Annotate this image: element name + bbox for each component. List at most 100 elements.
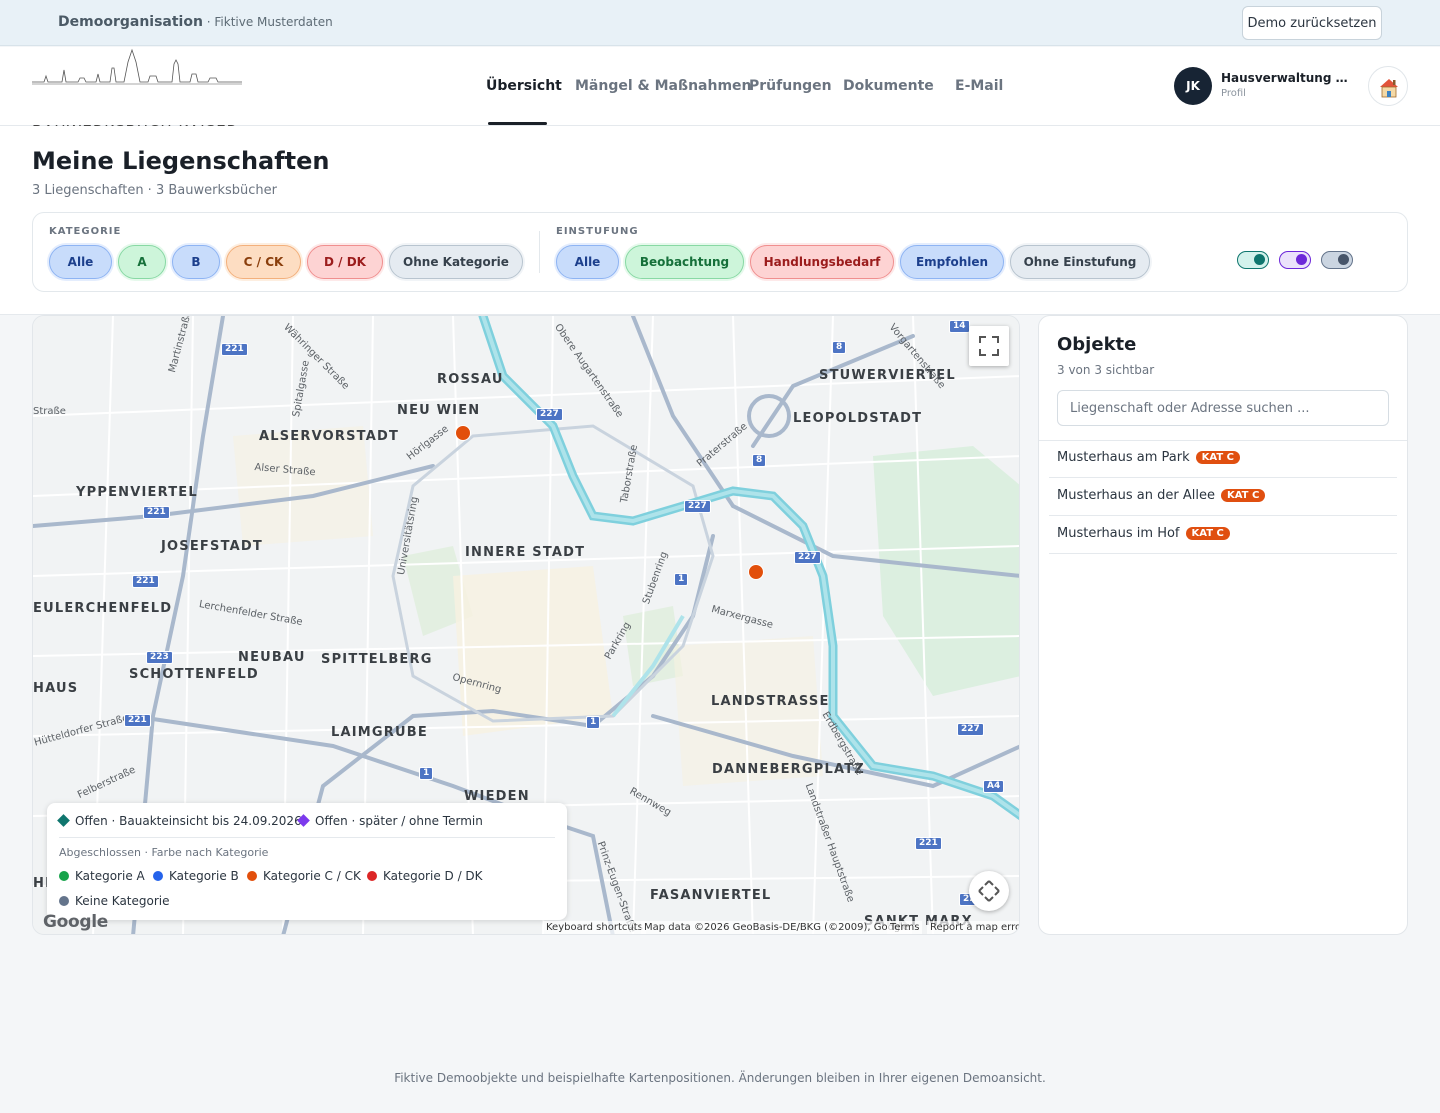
attrib-terms[interactable]: Terms	[887, 921, 923, 934]
legend-kat-c: Kategorie C / CK	[247, 869, 361, 883]
dot-icon	[367, 871, 377, 881]
filter-kategorie-ohne[interactable]: Ohne Kategorie	[389, 245, 523, 279]
road-shield: 14	[949, 320, 970, 333]
filter-kategorie-b[interactable]: B	[172, 245, 220, 279]
district-label: HAUS	[33, 681, 79, 696]
legend-divider	[59, 837, 555, 838]
fullscreen-icon	[979, 336, 999, 356]
road-shield: 227	[684, 500, 711, 513]
list-item[interactable]: Musterhaus an der Allee KAT C	[1049, 478, 1397, 516]
object-name: Musterhaus an der Allee KAT C	[1057, 488, 1266, 503]
filter-kategorie-label: KATEGORIE	[49, 226, 122, 237]
filter-einstufung-label: EINSTUFUNG	[556, 226, 639, 237]
attrib-report[interactable]: Report a map error	[927, 921, 1019, 934]
page-subtitle: 3 Liegenschaften · 3 Bauwerksbücher	[32, 183, 277, 198]
footer-note: Fiktive Demoobjekte und beispielhafte Ka…	[394, 1071, 1046, 1085]
filter-einstufung-empfohlen[interactable]: Empfohlen	[900, 245, 1004, 279]
nav-maengel[interactable]: Mängel & Maßnahmen	[575, 78, 752, 94]
district-label: NEUBAU	[238, 650, 306, 665]
kat-badge: KAT C	[1220, 489, 1266, 502]
list-item[interactable]: Musterhaus am Park KAT C	[1049, 440, 1397, 478]
map-legend: Offen · Bauakteinsicht bis 24.09.2026 Of…	[47, 803, 567, 920]
toggle-knob	[1254, 254, 1265, 265]
road-shield: 227	[794, 551, 821, 564]
road-shield: 221	[132, 575, 159, 588]
road-shield: 223	[146, 651, 173, 664]
demo-org-sub: · Fiktive Musterdaten	[202, 15, 333, 29]
map[interactable]: ROSSAU NEU WIEN ALSERVORSTADT YPPENVIERT…	[32, 315, 1020, 935]
object-name: Musterhaus im Hof KAT C	[1057, 526, 1230, 541]
road-shield: A4	[983, 780, 1005, 793]
nav-email[interactable]: E-Mail	[955, 78, 1003, 94]
district-label: INNERE STADT	[465, 545, 586, 560]
profile-house-button[interactable]	[1368, 66, 1408, 106]
road-shield: 221	[221, 343, 248, 356]
district-label: ROSSAU	[437, 372, 504, 387]
avatar[interactable]: JK	[1174, 67, 1212, 105]
property-marker[interactable]	[455, 425, 471, 441]
district-label: YPPENVIERTEL	[76, 485, 198, 500]
nav-overview[interactable]: Übersicht	[486, 78, 562, 94]
legend-keine: Keine Kategorie	[59, 894, 170, 908]
filter-einstufung-ohne[interactable]: Ohne Einstufung	[1010, 245, 1150, 279]
legend-kat-b: Kategorie B	[153, 869, 239, 883]
objects-panel: Objekte 3 von 3 sichtbar Musterhaus am P…	[1038, 315, 1408, 935]
objects-count: 3 von 3 sichtbar	[1057, 363, 1155, 377]
district-label: EULERCHENFELD	[33, 601, 173, 616]
filter-kategorie-d[interactable]: D / DK	[307, 245, 383, 279]
attrib-data: Map data ©2026 GeoBasis-DE/BKG (©2009), …	[641, 921, 913, 934]
move-arrows-icon	[978, 880, 1000, 902]
diamond-icon	[57, 814, 70, 827]
dot-icon	[153, 871, 163, 881]
filter-einstufung-handlungsbedarf[interactable]: Handlungsbedarf	[750, 245, 894, 279]
kat-badge: KAT C	[1185, 527, 1230, 540]
fullscreen-button[interactable]	[969, 326, 1009, 366]
legend-kat-d: Kategorie D / DK	[367, 869, 483, 883]
demo-org: Demoorganisation · Fiktive Musterdaten	[58, 14, 333, 30]
object-name: Musterhaus am Park KAT C	[1057, 450, 1241, 465]
district-label: WIEDEN	[464, 789, 530, 804]
filter-kategorie-alle[interactable]: Alle	[49, 245, 112, 279]
objects-search-input[interactable]	[1057, 390, 1389, 426]
road-shield: 221	[143, 506, 170, 519]
dot-icon	[59, 896, 69, 906]
nav-dokumente[interactable]: Dokumente	[843, 78, 934, 94]
dot-icon	[59, 871, 69, 881]
filter-kategorie-a[interactable]: A	[118, 245, 166, 279]
kat-badge: KAT C	[1195, 451, 1241, 464]
filter-kategorie-c[interactable]: C / CK	[226, 245, 301, 279]
demo-reset-button[interactable]: Demo zurücksetzen	[1242, 6, 1382, 40]
district-label: LEOPOLDSTADT	[793, 411, 923, 426]
nav-active-indicator	[488, 122, 547, 125]
district-label: LANDSTRASSE	[711, 694, 830, 709]
legend-kat-a: Kategorie A	[59, 869, 145, 883]
toggle-offen-spaeter[interactable]	[1279, 251, 1311, 269]
diamond-icon	[297, 814, 310, 827]
road-shield: 227	[536, 408, 563, 421]
road-shield: 221	[915, 837, 942, 850]
filter-einstufung-beobachtung[interactable]: Beobachtung	[625, 245, 744, 279]
toggle-knob	[1338, 254, 1349, 265]
profile-name[interactable]: Hausverwaltung Muster GmbH	[1221, 71, 1351, 85]
attrib-shortcuts[interactable]: Keyboard shortcuts	[543, 921, 646, 934]
profile-sub[interactable]: Profil	[1221, 88, 1246, 99]
road-shield: 8	[832, 341, 847, 354]
district-label: ALSERVORSTADT	[259, 429, 400, 444]
property-marker[interactable]	[748, 564, 764, 580]
district-label: JOSEFSTADT	[161, 539, 263, 554]
nav-pruefungen[interactable]: Prüfungen	[749, 78, 832, 94]
map-camera-control[interactable]	[969, 871, 1009, 911]
filter-divider	[539, 231, 540, 273]
filter-einstufung-alle[interactable]: Alle	[556, 245, 619, 279]
road-shield: 227	[957, 723, 984, 736]
logo-skyline-icon[interactable]	[32, 40, 242, 92]
district-label: DANNEBERGPLATZ	[712, 762, 865, 777]
google-logo: Google	[43, 912, 109, 932]
toggle-abgeschlossen[interactable]	[1321, 251, 1353, 269]
district-label: FASANVIERTEL	[650, 888, 772, 903]
dot-icon	[247, 871, 257, 881]
toggle-offen-bis[interactable]	[1237, 251, 1269, 269]
list-item[interactable]: Musterhaus im Hof KAT C	[1049, 516, 1397, 554]
page-title: Meine Liegenschaften	[32, 147, 330, 175]
road-shield: 1	[674, 573, 689, 586]
